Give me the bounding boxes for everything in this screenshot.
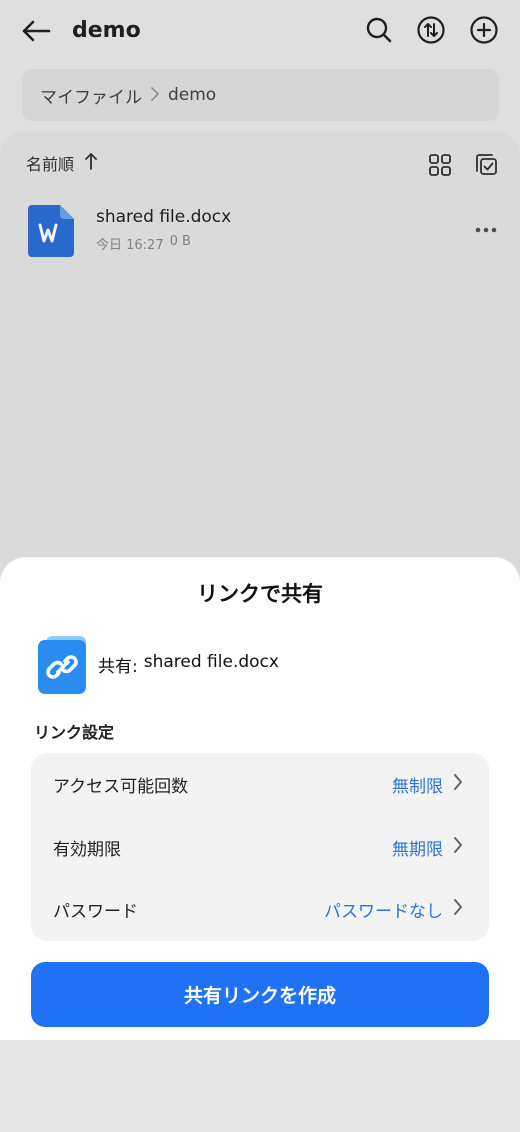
setting-label: パスワード [53, 901, 138, 922]
chevron-right-icon [453, 899, 463, 919]
setting-label: 有効期限 [53, 839, 121, 860]
sheet-title: リンクで共有 [197, 582, 323, 606]
share-file-name: shared file.docx [143, 652, 279, 672]
setting-expiration[interactable]: 有効期限 無期限 [31, 816, 489, 878]
create-share-link-button[interactable]: 共有リンクを作成 [31, 962, 489, 1027]
chevron-right-icon [453, 837, 463, 857]
setting-access-count[interactable]: アクセス可能回数 無制限 [31, 753, 489, 815]
link-icon [38, 636, 90, 694]
setting-label: アクセス可能回数 [53, 776, 189, 797]
setting-value: 無期限 [392, 839, 443, 860]
share-prefix: 共有: [98, 657, 138, 677]
setting-password[interactable]: パスワード パスワードなし [31, 878, 489, 940]
section-header: リンク設定 [34, 723, 115, 742]
chevron-right-icon [453, 774, 463, 794]
setting-value: 無制限 [392, 776, 443, 797]
share-file-label: 共有: shared file.docx [98, 652, 279, 677]
setting-value: パスワードなし [324, 901, 443, 922]
